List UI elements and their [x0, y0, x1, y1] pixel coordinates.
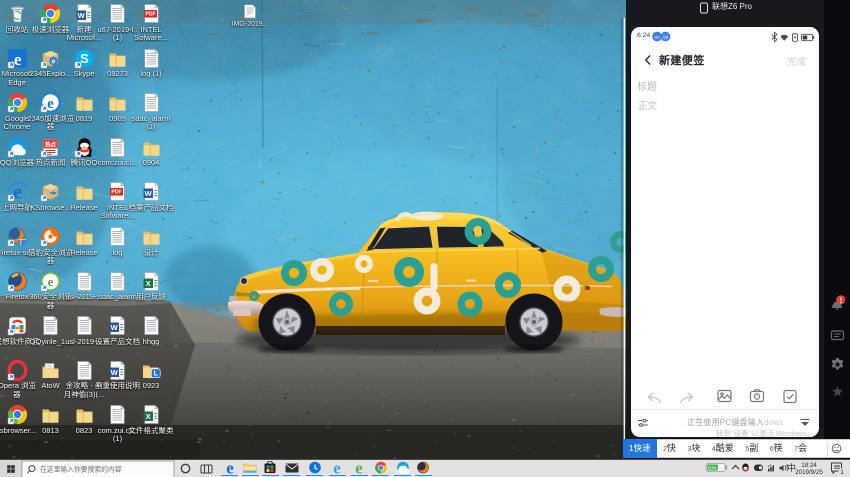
svg-text:S: S	[80, 51, 89, 66]
svg-text:1: 1	[840, 469, 844, 476]
svg-text:50%: 50%	[708, 466, 717, 471]
svg-text:PDF: PDF	[145, 12, 155, 18]
svg-text:e: e	[48, 275, 54, 289]
svg-text:W: W	[77, 11, 85, 20]
svg-text:热点: 热点	[45, 140, 57, 148]
svg-text:X: X	[145, 279, 150, 288]
svg-text:e: e	[52, 58, 56, 65]
svg-text:W: W	[111, 323, 119, 332]
svg-text:oo: oo	[663, 35, 669, 40]
svg-text:W: W	[111, 368, 119, 377]
svg-text:oo: oo	[654, 35, 660, 40]
svg-text:e: e	[355, 461, 363, 474]
svg-text:e: e	[333, 461, 341, 474]
svg-text:W: W	[144, 189, 152, 198]
svg-text:e: e	[226, 461, 234, 474]
svg-text:e: e	[13, 49, 21, 68]
svg-text:在这里输入你要搜索的内容: 在这里输入你要搜索的内容	[40, 465, 122, 474]
svg-text:L: L	[153, 370, 158, 377]
svg-text:PDF: PDF	[111, 190, 121, 196]
svg-text:e: e	[47, 96, 54, 112]
svg-text:X: X	[145, 412, 150, 421]
